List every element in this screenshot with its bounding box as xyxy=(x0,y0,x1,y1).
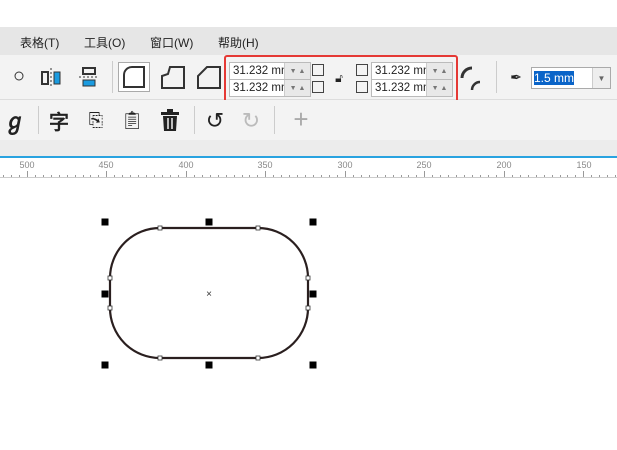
selection-handle[interactable] xyxy=(309,218,317,226)
canvas[interactable]: × xyxy=(0,0,617,450)
selection-handle[interactable] xyxy=(205,218,213,226)
selection-handle[interactable] xyxy=(101,290,109,298)
selection-handle[interactable] xyxy=(101,361,109,369)
selection-handle[interactable] xyxy=(309,290,317,298)
selection-handle[interactable] xyxy=(309,361,317,369)
selection-handle[interactable] xyxy=(101,218,109,226)
selection-handle[interactable] xyxy=(205,361,213,369)
center-mark-icon: × xyxy=(206,289,212,300)
